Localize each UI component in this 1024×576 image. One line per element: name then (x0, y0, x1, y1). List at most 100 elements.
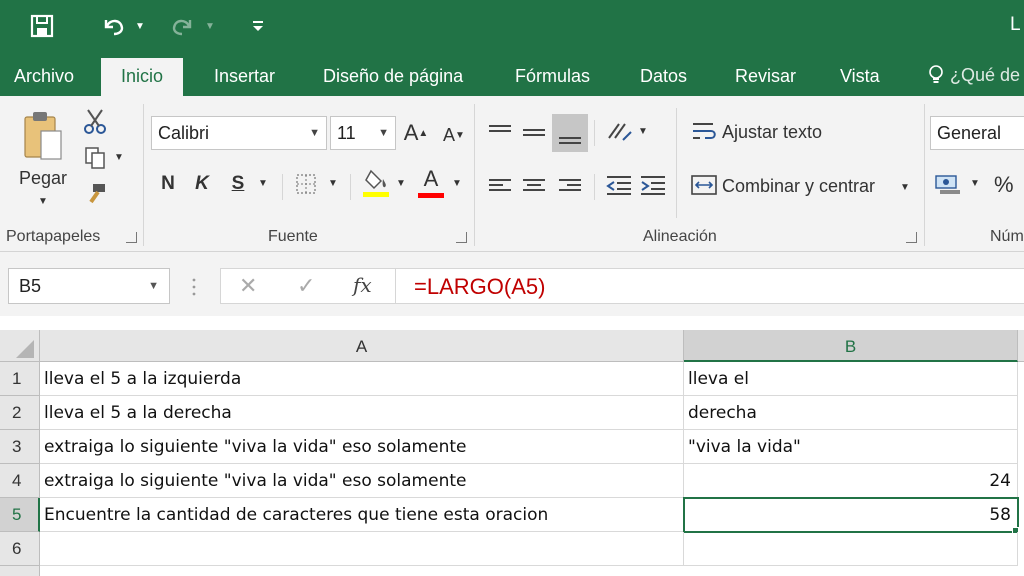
font-name-select[interactable]: Calibri ▼ (151, 116, 327, 150)
undo-icon[interactable] (96, 8, 130, 44)
font-color-dropdown-icon[interactable]: ▼ (452, 178, 462, 189)
increase-indent-icon[interactable] (638, 172, 668, 198)
group-separator (594, 120, 595, 146)
underline-dropdown-icon[interactable]: ▼ (258, 178, 268, 189)
group-separator (143, 104, 144, 246)
cell-b6[interactable] (684, 532, 1018, 566)
group-separator (474, 104, 475, 246)
merge-center-dropdown-icon[interactable]: ▼ (900, 182, 910, 193)
borders-dropdown-icon[interactable]: ▼ (328, 178, 338, 189)
italic-button[interactable]: K (190, 170, 214, 198)
cell-b2[interactable]: derecha (684, 396, 1018, 430)
tab-archivo[interactable]: Archivo (14, 54, 74, 96)
row-header[interactable]: 1 (0, 362, 40, 396)
row-header[interactable]: 6 (0, 532, 40, 566)
tab-datos[interactable]: Datos (640, 54, 687, 96)
paste-dropdown-icon[interactable]: ▼ (38, 196, 48, 207)
name-box[interactable]: B5 ▼ (8, 268, 170, 304)
decrease-indent-icon[interactable] (604, 172, 634, 198)
wrap-text-button[interactable]: Ajustar texto (722, 122, 822, 143)
redo-icon[interactable] (166, 8, 200, 44)
underline-button[interactable]: S (226, 170, 250, 198)
align-bottom-icon[interactable] (552, 114, 588, 152)
row-header[interactable]: 2 (0, 396, 40, 430)
cell-a2[interactable]: lleva el 5 a la derecha (40, 396, 684, 430)
cell-a6[interactable] (40, 532, 684, 566)
tab-diseno-de-pagina[interactable]: Diseño de página (323, 54, 463, 96)
undo-dropdown-icon[interactable]: ▼ (130, 8, 150, 44)
accounting-format-icon[interactable] (934, 170, 964, 198)
cell-a1[interactable]: lleva el 5 a la izquierda (40, 362, 684, 396)
chevron-down-icon: ▼ (148, 280, 159, 292)
shrink-font-button[interactable]: A ▼ (440, 120, 468, 150)
row-header[interactable]: 5 (0, 498, 40, 532)
accounting-dropdown-icon[interactable]: ▼ (970, 178, 980, 189)
cell-a3[interactable]: extraiga lo siguiente "viva la vida" eso… (40, 430, 684, 464)
save-icon[interactable] (22, 8, 62, 44)
number-group-label: Núm (990, 228, 1024, 245)
merge-center-button[interactable]: Combinar y centrar (722, 176, 875, 197)
merge-center-icon[interactable] (690, 172, 718, 198)
fill-color-icon[interactable] (362, 166, 392, 200)
formula-bar: B5 ▼ ✕ ✓ fx =LARGO(A5) (0, 252, 1024, 316)
number-format-select[interactable]: General (930, 116, 1024, 150)
tab-insertar[interactable]: Insertar (214, 54, 275, 96)
customize-quick-access-icon[interactable] (246, 8, 270, 44)
row-header[interactable] (0, 566, 40, 576)
row-header[interactable]: 4 (0, 464, 40, 498)
tab-inicio[interactable]: Inicio (101, 58, 184, 96)
insert-function-icon[interactable]: fx (353, 273, 372, 297)
caret-down-icon: ▼ (455, 129, 465, 141)
group-separator (282, 174, 283, 200)
cancel-icon[interactable]: ✕ (239, 273, 257, 299)
align-center-icon[interactable] (520, 172, 548, 198)
font-launcher-icon[interactable] (456, 232, 467, 243)
alignment-launcher-icon[interactable] (906, 232, 917, 243)
cell-b4[interactable]: 24 (684, 464, 1018, 498)
title-bar: ▼ ▼ L (0, 0, 1024, 54)
align-right-icon[interactable] (556, 172, 584, 198)
orientation-dropdown-icon[interactable]: ▼ (638, 126, 648, 137)
paste-icon[interactable] (20, 108, 66, 164)
group-separator (924, 104, 925, 246)
column-header-c[interactable] (1018, 330, 1024, 362)
paste-label[interactable]: Pegar (19, 168, 67, 189)
tab-revisar[interactable]: Revisar (735, 54, 796, 96)
font-name-value: Calibri (158, 123, 210, 143)
grow-font-button[interactable]: A ▲ (402, 118, 430, 148)
font-size-select[interactable]: 11 ▼ (330, 116, 396, 150)
cell-b3[interactable]: "viva la vida" (684, 430, 1018, 464)
align-middle-icon[interactable] (520, 118, 548, 146)
lightbulb-icon (929, 65, 943, 83)
redo-dropdown-icon[interactable]: ▼ (200, 8, 220, 44)
column-header-a[interactable]: A (40, 330, 684, 362)
format-painter-icon[interactable] (80, 180, 110, 208)
bold-button[interactable]: N (156, 170, 180, 198)
borders-icon[interactable] (292, 170, 320, 198)
font-color-button[interactable]: A (416, 166, 446, 200)
tell-me-search[interactable]: ¿Qué de (928, 54, 1024, 96)
select-all-corner[interactable] (0, 330, 40, 362)
copy-dropdown-icon[interactable]: ▼ (114, 152, 124, 163)
cell-a5[interactable]: Encuentre la cantidad de caracteres que … (40, 498, 684, 532)
cut-icon[interactable] (80, 106, 110, 136)
tab-vista[interactable]: Vista (840, 54, 880, 96)
cell-b5-active[interactable]: 58 (683, 497, 1019, 533)
clipboard-launcher-icon[interactable] (126, 232, 137, 243)
cell-a4[interactable]: extraiga lo siguiente "viva la vida" eso… (40, 464, 684, 498)
fill-color-dropdown-icon[interactable]: ▼ (396, 178, 406, 189)
orientation-icon[interactable] (604, 116, 634, 146)
tab-formulas[interactable]: Fórmulas (515, 54, 590, 96)
row-header[interactable]: 3 (0, 430, 40, 464)
drag-handle-icon[interactable] (192, 276, 196, 298)
formula-input[interactable]: =LARGO(A5) (396, 268, 1024, 304)
enter-icon[interactable]: ✓ (297, 273, 315, 299)
cell-b1[interactable]: lleva el (684, 362, 1018, 396)
copy-icon[interactable] (80, 144, 110, 172)
percent-style-button[interactable]: % (994, 172, 1014, 198)
wrap-text-icon[interactable] (690, 118, 718, 146)
align-left-icon[interactable] (486, 172, 514, 198)
column-header-b[interactable]: B (684, 330, 1018, 362)
fill-color-swatch (363, 192, 389, 197)
align-top-icon[interactable] (486, 116, 514, 140)
